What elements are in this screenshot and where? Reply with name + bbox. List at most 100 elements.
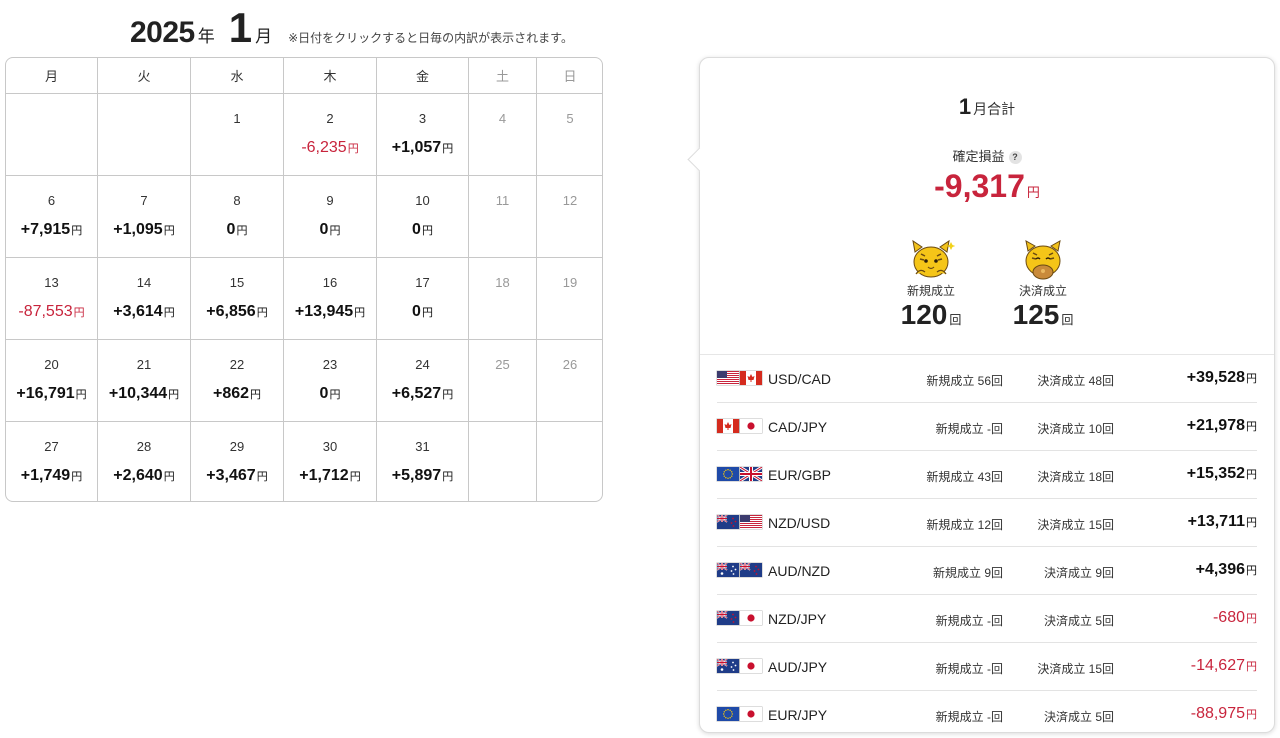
calendar-day-cell[interactable]: 16 +13,945円 [284, 258, 377, 340]
yen-unit: 円 [354, 307, 366, 319]
calendar-day-cell[interactable]: 31 +5,897円 [377, 422, 469, 501]
daily-pnl-value: +6,527 [391, 385, 442, 402]
calendar-day-cell[interactable]: 14 +3,614円 [98, 258, 191, 340]
yen-unit: 円 [1246, 613, 1257, 625]
pair-name: EUR/GBP [768, 467, 832, 483]
calendar-day-cell[interactable]: 28 +2,640円 [98, 422, 191, 501]
summary-month: 1 [958, 94, 972, 119]
day-number: 13 [44, 275, 59, 290]
day-number: 24 [415, 357, 430, 372]
currency-pair-row[interactable]: EUR/GBP 新規成立 43回 決済成立 18回 +15,352円 [717, 451, 1257, 499]
help-icon[interactable]: ? [1008, 151, 1022, 164]
currency-pair-row[interactable]: AUD/NZD 新規成立 9回 決済成立 9回 +4,396円 [717, 547, 1257, 595]
pair-pnl: -88,975円 [1191, 705, 1257, 723]
daily-pnl-value: 0 [319, 385, 329, 402]
day-number: 8 [233, 193, 241, 208]
calendar-day-cell[interactable]: 4 [469, 94, 537, 176]
yen-unit: 円 [236, 225, 248, 237]
calendar-day-cell[interactable]: 29 +3,467円 [191, 422, 284, 501]
weekday-sat: 土 [469, 58, 537, 94]
calendar-day-cell[interactable]: 3 +1,057円 [377, 94, 469, 176]
calendar-day-cell[interactable]: 18 [469, 258, 537, 340]
tiger-mascot-icon [912, 239, 955, 278]
calendar-day-cell[interactable]: 25 [469, 340, 537, 422]
daily-pnl-value: +16,791 [16, 385, 75, 402]
pair-flags [717, 419, 762, 433]
day-number: 21 [136, 357, 152, 372]
pair-name: CAD/JPY [768, 419, 828, 435]
calendar-day-cell[interactable]: 11 [469, 176, 537, 258]
daily-pnl-value: +6,856 [206, 303, 256, 320]
pair-pnl-value: +13,711 [1187, 513, 1245, 530]
yen-unit: 円 [71, 225, 83, 237]
calendar-day-cell[interactable]: 7 +1,095円 [98, 176, 191, 258]
daily-pnl-value: +3,614 [113, 303, 163, 320]
calendar-grid: 月 火 水 木 金 土 日 1 2 -6,235円 3 +1,057円 4 5 6 +7,915… [6, 58, 602, 501]
instruction-note: ※日付をクリックすると日毎の内訳が表示されます。 [288, 31, 573, 45]
calendar-day-cell[interactable]: 13 -87,553円 [6, 258, 98, 340]
pair-flags [717, 563, 762, 577]
daily-pnl-value: +1,712 [299, 467, 349, 484]
pair-flags [717, 659, 762, 673]
pair-new-count: 新規成立 -回 [935, 710, 1003, 724]
calendar-day-cell[interactable]: 12 [537, 176, 602, 258]
daily-pnl-value: -6,235 [301, 139, 347, 156]
calendar-day-cell[interactable]: 6 +7,915円 [6, 176, 98, 258]
flag-nz-icon [740, 563, 762, 577]
pair-pnl: +39,528円 [1187, 369, 1257, 387]
pair-new-count: 新規成立 -回 [935, 422, 1003, 436]
yen-unit: 円 [1246, 373, 1257, 385]
yen-unit: 円 [75, 389, 87, 401]
day-number: 12 [562, 193, 578, 208]
calendar-day-cell[interactable]: 27 +1,749円 [6, 422, 98, 501]
daily-pnl: +862円 [191, 385, 283, 403]
currency-pair-row[interactable]: NZD/USD 新規成立 12回 決済成立 15回 +13,711円 [717, 499, 1257, 547]
pair-close-count: 決済成立 5回 [1043, 710, 1114, 724]
daily-pnl: +6,856円 [191, 303, 283, 321]
calendar-day-cell[interactable]: 21 +10,344円 [98, 340, 191, 422]
pair-name: AUD/JPY [768, 659, 828, 675]
pair-name: NZD/USD [768, 515, 831, 531]
calendar-day-cell[interactable]: 19 [537, 258, 602, 340]
pair-pnl: +21,978円 [1187, 417, 1257, 435]
realized-pnl-total: -9,317 円 [700, 168, 1274, 205]
calendar-empty-cell [537, 422, 602, 501]
calendar-day-cell[interactable]: 2 -6,235円 [284, 94, 377, 176]
calendar-day-cell[interactable]: 8 0円 [191, 176, 284, 258]
flag-eu-icon [717, 707, 739, 721]
calendar-day-cell[interactable]: 1 [191, 94, 284, 176]
daily-pnl-value: +2,640 [113, 467, 163, 484]
pair-pnl: -680円 [1213, 609, 1257, 627]
daily-pnl: 0円 [377, 221, 468, 239]
pair-new-count: 新規成立 43回 [926, 470, 1003, 484]
pair-flags [717, 707, 762, 721]
currency-pair-row[interactable]: AUD/JPY 新規成立 -回 決済成立 15回 -14,627円 [717, 643, 1257, 691]
weekday-sun: 日 [537, 58, 602, 94]
calendar-day-cell[interactable]: 5 [537, 94, 602, 176]
day-number: 9 [326, 193, 334, 208]
currency-pair-row[interactable]: NZD/JPY 新規成立 -回 決済成立 5回 -680円 [717, 595, 1257, 643]
flag-ca-icon [740, 371, 762, 385]
currency-pair-row[interactable]: CAD/JPY 新規成立 -回 決済成立 10回 +21,978円 [717, 403, 1257, 451]
calendar-day-cell[interactable]: 9 0円 [284, 176, 377, 258]
calendar-day-cell[interactable]: 10 0円 [377, 176, 469, 258]
calendar-day-cell[interactable]: 23 0円 [284, 340, 377, 422]
yen-unit: 円 [421, 225, 433, 237]
yen-unit: 円 [329, 225, 341, 237]
calendar-day-cell[interactable]: 17 0円 [377, 258, 469, 340]
day-number: 22 [229, 357, 245, 372]
pair-pnl-value: -14,627 [1190, 657, 1245, 674]
calendar-day-cell[interactable]: 20 +16,791円 [6, 340, 98, 422]
calendar-day-cell[interactable]: 15 +6,856円 [191, 258, 284, 340]
currency-pair-row[interactable]: EUR/JPY 新規成立 -回 決済成立 5回 -88,975円 [717, 691, 1257, 738]
calendar-day-cell[interactable]: 22 +862円 [191, 340, 284, 422]
pair-pnl-value: +21,978 [1186, 417, 1245, 434]
pair-pnl: +4,396円 [1196, 561, 1257, 579]
daily-pnl: +5,897円 [377, 467, 468, 485]
currency-pair-row[interactable]: USD/CAD 新規成立 56回 決済成立 48回 +39,528円 [717, 355, 1257, 403]
flag-au-icon [717, 659, 739, 673]
calendar-day-cell[interactable]: 30 +1,712円 [284, 422, 377, 501]
calendar-day-cell[interactable]: 24 +6,527円 [377, 340, 469, 422]
day-number: 15 [229, 275, 245, 290]
calendar-day-cell[interactable]: 26 [537, 340, 602, 422]
